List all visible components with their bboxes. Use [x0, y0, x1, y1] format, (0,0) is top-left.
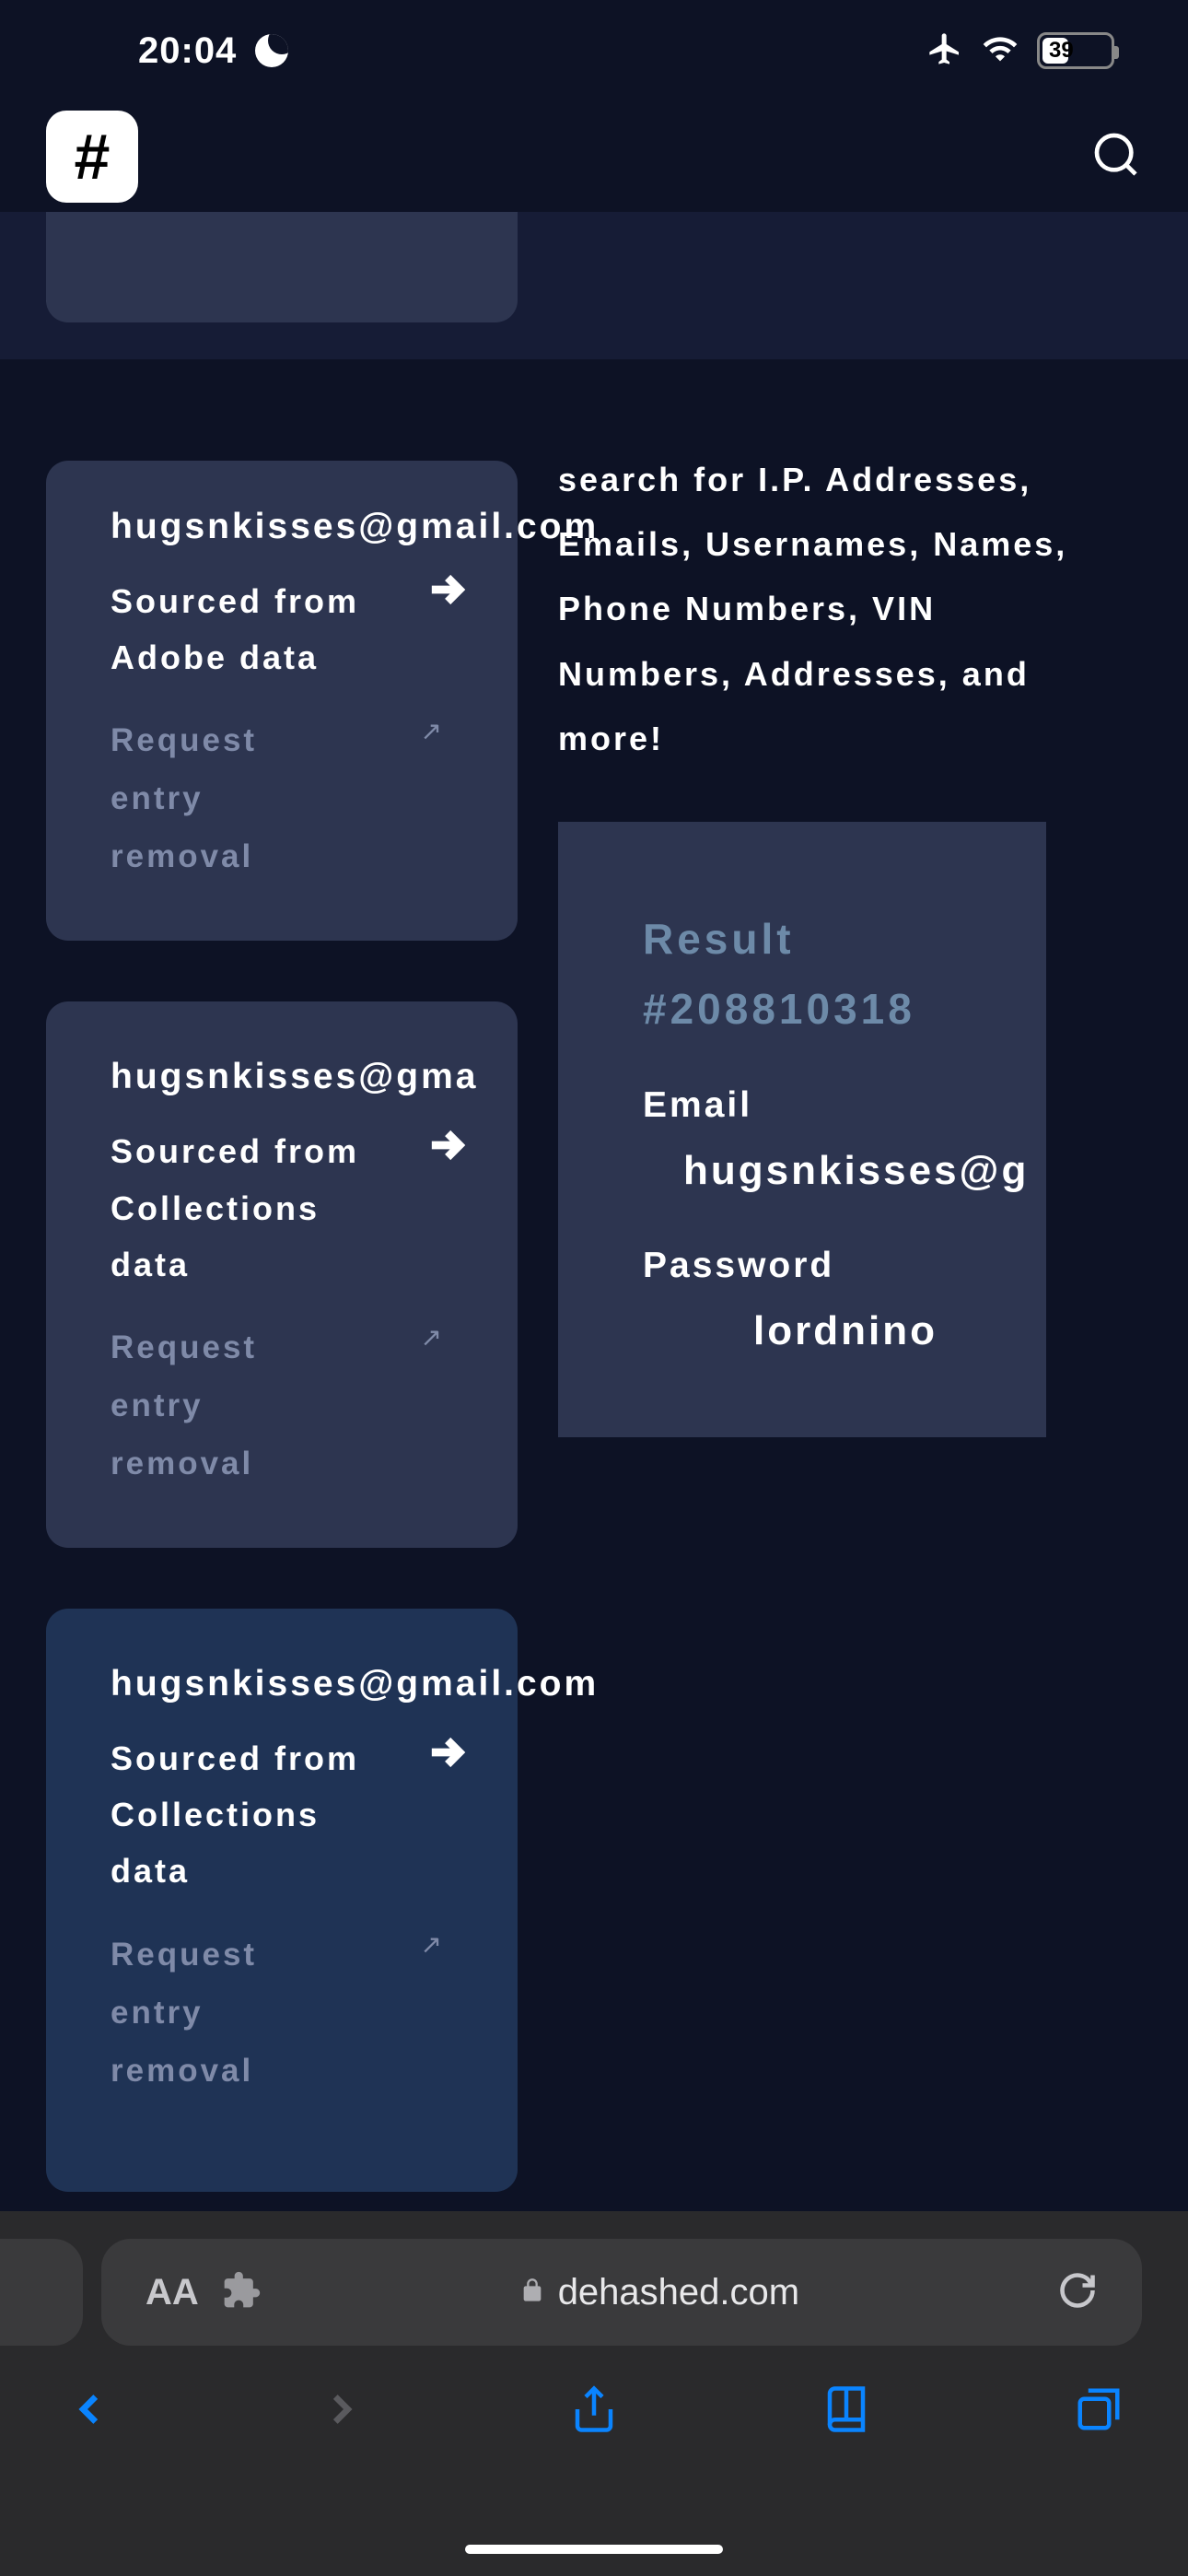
url-display[interactable]: dehashed.com — [284, 2272, 1035, 2313]
url-bar[interactable]: AA dehashed.com — [101, 2239, 1142, 2346]
result-item-selected[interactable]: hugsnkisses@gmail.com Sourced from Colle… — [46, 1609, 518, 2192]
status-right: 39 — [926, 30, 1114, 72]
arrow-right-icon[interactable] — [422, 566, 470, 618]
results-list: hugsnkisses@gmail.com Sourced from Adobe… — [46, 461, 518, 2192]
result-email: hugsnkisses@gma — [111, 1057, 459, 1097]
tabs-button[interactable] — [1074, 2384, 1124, 2439]
external-link-icon: ↗ — [421, 1322, 442, 1352]
status-time: 20:04 — [138, 30, 237, 72]
partial-card — [46, 212, 518, 322]
arrow-right-icon[interactable] — [422, 1728, 470, 1781]
bookmarks-button[interactable] — [821, 2384, 871, 2439]
external-link-icon: ↗ — [421, 1929, 442, 1960]
battery-percentage: 39 — [1049, 38, 1074, 64]
status-bar: 20:04 39 — [0, 0, 1188, 101]
extensions-icon[interactable] — [221, 2270, 262, 2315]
result-title: Result #208810318 — [643, 905, 1002, 1045]
url-text: dehashed.com — [558, 2272, 799, 2313]
app-header: # — [0, 101, 1188, 212]
main-content: search for I.P. Addresses, Emails, Usern… — [0, 461, 1188, 2192]
result-email: hugsnkisses@gmail.com — [111, 507, 459, 547]
external-link-icon: ↗ — [421, 716, 442, 746]
browser-chrome: AA dehashed.com — [0, 2211, 1188, 2576]
result-email-label: Email — [643, 1085, 1002, 1126]
forward-button — [317, 2384, 367, 2439]
moon-icon — [255, 34, 288, 67]
search-button[interactable] — [1090, 129, 1142, 185]
app-logo[interactable]: # — [46, 111, 138, 203]
arrow-right-icon[interactable] — [422, 1121, 470, 1174]
browser-toolbar — [0, 2370, 1188, 2439]
result-password-value: lordnino — [643, 1308, 1002, 1354]
result-password-label: Password — [643, 1246, 1002, 1286]
home-indicator[interactable] — [465, 2545, 723, 2554]
status-left: 20:04 — [138, 30, 288, 72]
request-removal-link[interactable]: Request entry removal — [111, 711, 295, 885]
result-email-value: hugsnkisses@g — [643, 1148, 1002, 1194]
result-item[interactable]: hugsnkisses@gmail.com Sourced from Adobe… — [46, 461, 518, 941]
lock-icon — [519, 2277, 545, 2308]
url-section: AA dehashed.com — [0, 2211, 1188, 2370]
result-email: hugsnkisses@gmail.com — [111, 1664, 459, 1704]
tab-switcher-pill[interactable] — [0, 2239, 83, 2346]
share-button[interactable] — [569, 2384, 619, 2439]
airplane-icon — [926, 30, 963, 72]
result-source: Sourced from Collections data — [111, 1123, 396, 1293]
result-item[interactable]: hugsnkisses@gma Sourced from Collections… — [46, 1001, 518, 1548]
request-removal-link[interactable]: Request entry removal — [111, 1318, 295, 1493]
text-size-button[interactable]: AA — [146, 2272, 199, 2313]
back-button[interactable] — [64, 2384, 114, 2439]
result-source: Sourced from Adobe data — [111, 573, 396, 685]
promo-text: search for I.P. Addresses, Emails, Usern… — [558, 448, 1111, 771]
battery-icon: 39 — [1037, 32, 1114, 69]
reload-button[interactable] — [1057, 2270, 1098, 2315]
result-card[interactable]: Result #208810318 Email hugsnkisses@g Pa… — [558, 822, 1046, 1437]
request-removal-link[interactable]: Request entry removal — [111, 1926, 295, 2100]
hash-icon: # — [75, 120, 111, 193]
wifi-icon — [982, 30, 1019, 72]
result-source: Sourced from Collections data — [111, 1730, 396, 1900]
